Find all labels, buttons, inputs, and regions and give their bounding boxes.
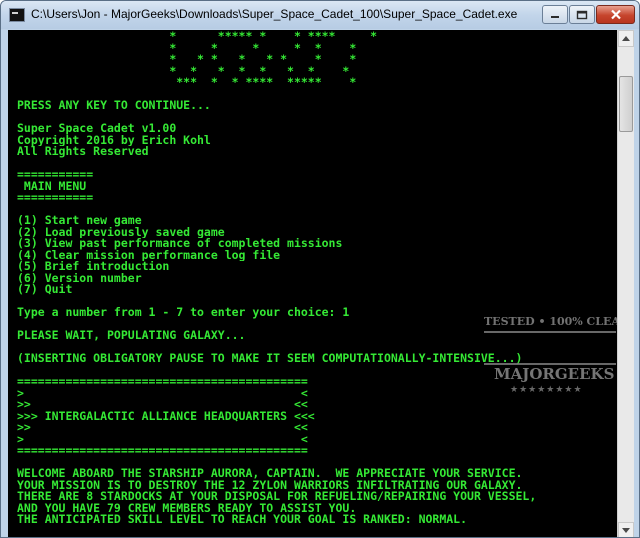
console-line: All Rights Reserved [17,146,149,158]
console-line: (5) Brief introduction [17,261,170,273]
title-bar[interactable]: C:\Users\Jon - MajorGeeks\Downloads\Supe… [1,1,639,29]
console-line: (4) Clear mission performance log file [17,249,281,261]
console-line: (3) View past performance of completed m… [17,238,343,250]
console-window: C:\Users\Jon - MajorGeeks\Downloads\Supe… [0,0,640,538]
minimize-icon [551,15,559,18]
console-line: Super Space Cadet v1.00 [17,123,177,135]
console-line: >>> INTERGALACTIC ALLIANCE HEADQUARTERS … [17,410,315,422]
console-line: Type a number from 1 - 7 to enter your c… [17,307,350,319]
console-client-area[interactable]: * ***** * * **** * * * * * * * * * * * *… [8,30,634,538]
window-title: C:\Users\Jon - MajorGeeks\Downloads\Supe… [31,7,518,21]
console-line: THERE ARE 8 STARDOCKS AT YOUR DISPOSAL F… [17,491,537,503]
console-line: PLEASE WAIT, POPULATING GALAXY... [17,330,246,342]
console-line: >> << [17,399,308,411]
vertical-scrollbar[interactable] [617,30,634,537]
scroll-up-button[interactable] [618,30,634,47]
console-line: * * * * * * * * [17,54,357,66]
console-line: MAIN MENU [17,180,87,192]
scroll-down-button[interactable] [618,522,634,537]
console-line: (2) Load previously saved game [17,226,225,238]
console-output[interactable]: * ***** * * **** * * * * * * * * * * * *… [8,30,617,538]
console-line: * * * * * * * * [17,65,350,77]
scrollbar-thumb[interactable] [619,76,633,132]
console-line: *** * * **** ***** * [17,77,357,89]
minimize-button[interactable] [542,5,568,24]
close-icon [610,9,621,20]
arrow-down-icon [622,528,630,533]
console-line: (1) Start new game [17,215,142,227]
console-line: AND YOU HAVE 79 CREW MEMBERS READY TO AS… [17,502,357,514]
console-line: PRESS ANY KEY TO CONTINUE... [17,100,211,112]
console-line: =========== [17,192,94,204]
console-line: (INSERTING OBLIGATORY PAUSE TO MAKE IT S… [17,353,523,365]
console-line: WELCOME ABOARD THE STARSHIP AURORA, CAPT… [17,468,523,480]
console-line: =========== [17,169,94,181]
console-line: YOUR MISSION IS TO DESTROY THE 12 ZYLON … [17,479,523,491]
console-line: ========================================… [17,445,308,457]
console-line: ========================================… [17,376,308,388]
console-line: * ***** * * **** * [17,31,378,43]
maximize-button[interactable] [569,5,595,24]
console-line: > < [17,433,308,445]
console-line: Copyright 2016 by Erich Kohl [17,134,211,146]
console-line: (7) Quit [17,284,73,296]
console-app-icon[interactable] [9,8,25,22]
console-line: > < [17,387,308,399]
console-line: (6) Version number [17,272,142,284]
console-line: THE ANTICIPATED SKILL LEVEL TO REACH YOU… [17,514,468,526]
arrow-up-icon [622,36,630,41]
close-button[interactable] [596,5,635,24]
console-line: * * * * * * [17,42,357,54]
maximize-icon [576,10,588,19]
console-line: >> << [17,422,308,434]
